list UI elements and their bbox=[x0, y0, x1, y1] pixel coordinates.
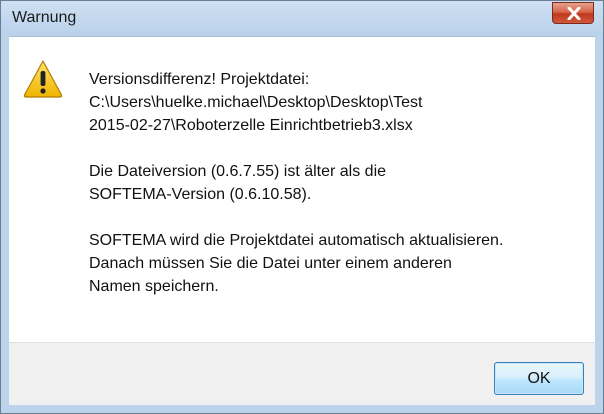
message-line: Namen speichern. bbox=[89, 278, 219, 295]
message-line: Die Dateiversion (0.6.7.55) ist älter al… bbox=[89, 163, 387, 180]
message-line: C:\Users\huelke.michael\Desktop\Desktop\… bbox=[89, 94, 423, 111]
message-line: SOFTEMA wird die Projektdatei automatisc… bbox=[89, 232, 504, 249]
window-title: Warnung bbox=[12, 9, 77, 26]
message-line: 2015-02-27\Roboterzelle Einrichtbetrieb3… bbox=[89, 117, 413, 134]
message-paragraph-1: Versionsdifferenz! Projektdatei: C:\User… bbox=[89, 68, 589, 137]
message-text: Versionsdifferenz! Projektdatei: C:\User… bbox=[89, 68, 589, 321]
message-paragraph-2: Die Dateiversion (0.6.7.55) ist älter al… bbox=[89, 160, 589, 206]
message-line: Danach müssen Sie die Datei unter einem … bbox=[89, 255, 452, 272]
warning-dialog-window: Warnung Versionsdifferenz! Projektdatei:… bbox=[0, 0, 604, 414]
message-paragraph-3: SOFTEMA wird die Projektdatei automatisc… bbox=[89, 229, 589, 298]
message-line: SOFTEMA-Version (0.6.10.58). bbox=[89, 186, 312, 203]
ok-button[interactable]: OK bbox=[494, 362, 584, 395]
button-bar: OK bbox=[9, 342, 595, 405]
close-button[interactable] bbox=[552, 2, 594, 24]
dialog-content: Versionsdifferenz! Projektdatei: C:\User… bbox=[9, 36, 595, 342]
title-bar[interactable]: Warnung bbox=[1, 1, 603, 36]
close-icon bbox=[567, 7, 581, 20]
warning-icon bbox=[23, 60, 63, 98]
message-line: Versionsdifferenz! Projektdatei: bbox=[89, 71, 310, 88]
